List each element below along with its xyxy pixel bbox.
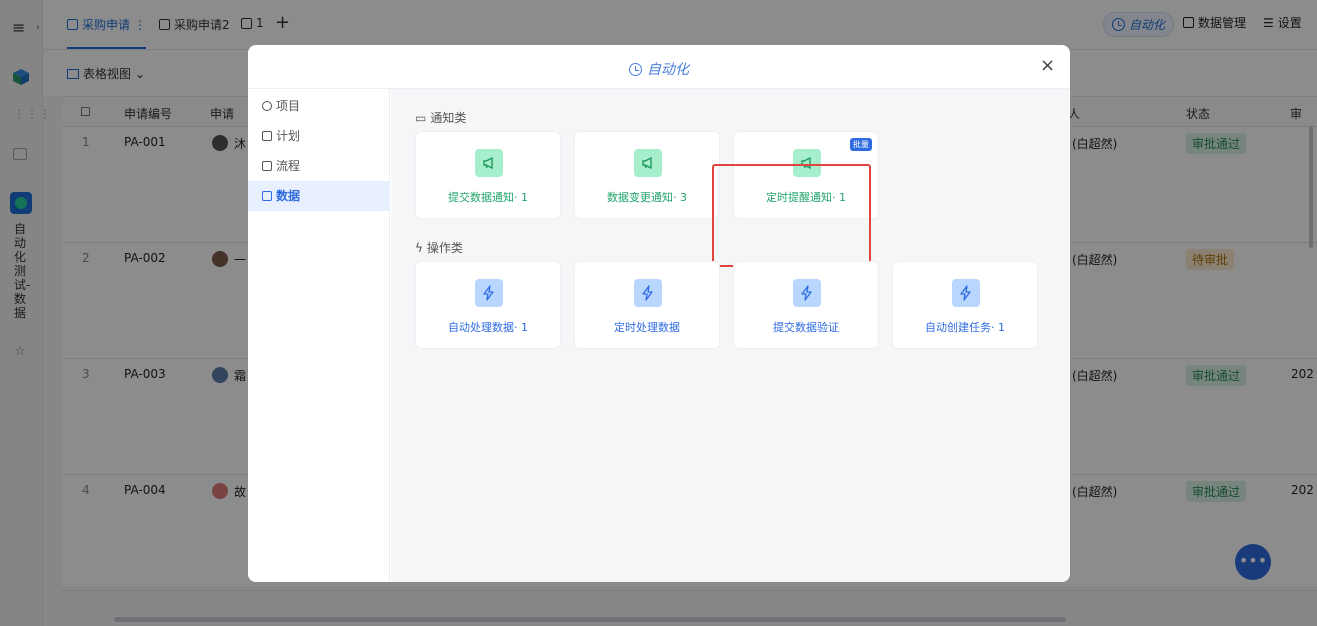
message-icon: ▭ xyxy=(415,110,427,125)
modal-header: 自动化 × xyxy=(248,45,1070,89)
action-card-auto-process[interactable]: 自动处理数据· 1 xyxy=(415,261,561,349)
close-icon[interactable]: × xyxy=(1040,57,1055,75)
sidebar-item-label: 计划 xyxy=(276,129,301,143)
lightning-icon xyxy=(634,279,662,307)
card-label: 数据变更通知· 3 xyxy=(607,191,687,204)
action-section-text: 操作类 xyxy=(426,241,463,255)
notify-section-label: ▭ 通知类 xyxy=(415,109,466,126)
lightning-icon xyxy=(475,279,503,307)
action-card-timer-process[interactable]: 定时处理数据 xyxy=(574,261,720,349)
plan-icon xyxy=(262,131,272,141)
card-label: 定时处理数据 xyxy=(614,321,680,334)
sidebar-item-data[interactable]: 数据 xyxy=(248,181,390,211)
action-card-submit-validate[interactable]: 提交数据验证 xyxy=(733,261,879,349)
flow-icon xyxy=(262,161,272,171)
lightning-icon xyxy=(952,279,980,307)
lightning-icon xyxy=(793,279,821,307)
highlight-box xyxy=(712,164,871,267)
notify-card-change[interactable]: 数据变更通知· 3 xyxy=(574,131,720,219)
modal-sidebar: 项目 计划 流程 数据 xyxy=(248,89,390,582)
action-card-create-task[interactable]: 自动创建任务· 1 xyxy=(892,261,1038,349)
sidebar-item-plan[interactable]: 计划 xyxy=(248,121,390,151)
batch-badge: 批量 xyxy=(850,138,872,151)
automation-icon xyxy=(629,62,642,76)
sidebar-item-flow[interactable]: 流程 xyxy=(248,151,390,181)
project-icon xyxy=(262,101,272,111)
action-section-label: ϟ 操作类 xyxy=(415,239,463,256)
modal-title-text: 自动化 xyxy=(647,62,689,78)
data-icon xyxy=(262,191,272,201)
card-label: 提交数据通知· 1 xyxy=(448,191,528,204)
sidebar-item-project[interactable]: 项目 xyxy=(248,91,390,121)
megaphone-icon xyxy=(475,149,503,177)
sidebar-item-label: 流程 xyxy=(276,159,301,173)
sidebar-item-label: 数据 xyxy=(276,189,301,203)
automation-modal: 自动化 × 项目 计划 流程 数据 ▭ 通知类 提交数据通知· 1 数据变更通知… xyxy=(248,45,1070,582)
megaphone-icon xyxy=(634,149,662,177)
modal-content: ▭ 通知类 提交数据通知· 1 数据变更通知· 3 批量 定时提醒通知· 1 ϟ xyxy=(391,89,1070,582)
notify-section-text: 通知类 xyxy=(430,111,467,125)
lightning-icon: ϟ xyxy=(415,240,423,255)
card-label: 提交数据验证 xyxy=(773,321,839,334)
card-label: 自动创建任务· 1 xyxy=(925,321,1005,334)
modal-title: 自动化 xyxy=(248,59,1070,79)
card-label: 自动处理数据· 1 xyxy=(448,321,528,334)
sidebar-item-label: 项目 xyxy=(276,99,301,113)
notify-card-submit[interactable]: 提交数据通知· 1 xyxy=(415,131,561,219)
